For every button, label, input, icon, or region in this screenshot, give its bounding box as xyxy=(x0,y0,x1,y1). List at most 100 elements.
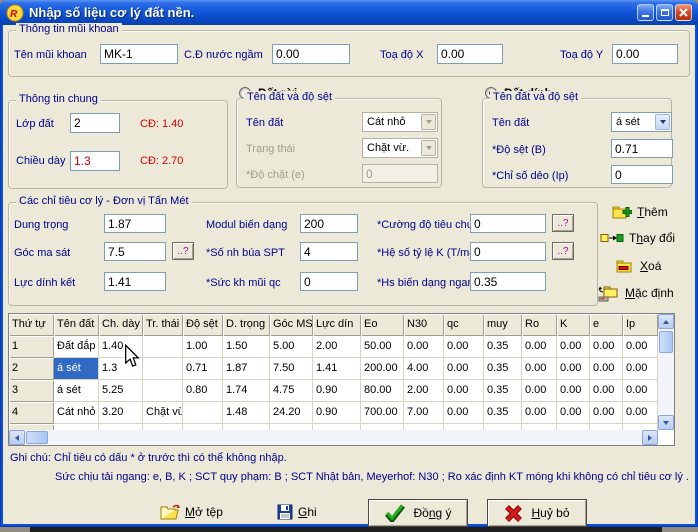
grid-cell[interactable]: 0.00 xyxy=(522,402,557,424)
grid-cell[interactable]: á sét xyxy=(54,358,99,380)
title-bar[interactable]: R Nhập số liệu cơ lý đất nền. xyxy=(0,0,698,25)
scroll-up-button[interactable] xyxy=(658,314,674,329)
grid-cell[interactable]: Đất đắp xyxy=(54,336,99,358)
grid-cell[interactable]: 5.25 xyxy=(99,380,143,402)
close-button[interactable] xyxy=(675,4,692,21)
add-button[interactable]: Thêm xyxy=(612,204,668,220)
grid-cell[interactable]: 0.00 xyxy=(623,336,658,358)
grid-cell[interactable]: 3.20 xyxy=(99,402,143,424)
grid-cell[interactable]: 0.00 xyxy=(404,336,444,358)
goc-ma-sat-help-button[interactable]: ..? xyxy=(172,242,194,260)
grid-cell[interactable]: á sét xyxy=(54,380,99,402)
grid-cell[interactable]: 50.00 xyxy=(361,336,404,358)
grid-cell[interactable]: 200.00 xyxy=(361,358,404,380)
minimize-button[interactable] xyxy=(637,4,654,21)
grid-cell[interactable]: 0.90 xyxy=(313,402,361,424)
grid-cell[interactable]: 0.35 xyxy=(484,380,522,402)
grid-cell[interactable]: 1.74 xyxy=(223,380,270,402)
cd-nuoc-ngam-input[interactable] xyxy=(272,44,350,64)
grid-cell[interactable]: 80.00 xyxy=(361,380,404,402)
vertical-scrollbar[interactable] xyxy=(658,314,674,430)
grid-cell[interactable]: 7.50 xyxy=(270,358,313,380)
grid-cell[interactable]: 0.90 xyxy=(313,380,361,402)
cuong-do-tieu-chuan-input[interactable] xyxy=(470,214,546,233)
grid-cell[interactable]: 0.00 xyxy=(623,380,658,402)
maximize-button[interactable] xyxy=(656,4,673,21)
grid-cell[interactable]: 0.35 xyxy=(484,358,522,380)
grid-cell[interactable]: 2.00 xyxy=(404,380,444,402)
grid-cell: 3 xyxy=(9,380,54,402)
do-set-input[interactable] xyxy=(611,139,673,158)
grid-cell[interactable]: 0.00 xyxy=(590,380,623,402)
grid-cell[interactable]: 1.50 xyxy=(223,336,270,358)
open-file-button[interactable]: Mở tệp xyxy=(160,500,223,524)
grid-cell[interactable]: 0.00 xyxy=(522,336,557,358)
grid-cell[interactable]: 4.75 xyxy=(270,380,313,402)
grid-cell[interactable]: Cát nhỏ xyxy=(54,402,99,424)
change-button[interactable]: Thay đổi xyxy=(600,231,675,245)
grid-cell[interactable]: 0.35 xyxy=(484,402,522,424)
toa-do-x-input[interactable] xyxy=(437,44,503,64)
scroll-right-button[interactable] xyxy=(642,430,658,445)
ok-button[interactable]: Đồng ý xyxy=(368,499,468,527)
vertical-scroll-thumb[interactable] xyxy=(659,331,673,353)
hs-bien-dang-ngang-input[interactable] xyxy=(470,272,546,291)
dung-trong-input[interactable] xyxy=(104,214,166,233)
he-so-ty-le-k-input[interactable] xyxy=(470,242,546,261)
ten-dat-cohesive-select[interactable]: á sét xyxy=(611,112,672,132)
grid-cell[interactable]: 0.00 xyxy=(557,358,590,380)
delete-button[interactable]: Xoá xyxy=(615,258,661,274)
grid-cell[interactable]: 0.00 xyxy=(444,402,484,424)
lop-dat-input[interactable] xyxy=(70,113,120,133)
cuong-do-help-button[interactable]: ..? xyxy=(552,214,574,232)
he-so-k-help-button[interactable]: ..? xyxy=(552,242,574,260)
grid-cell[interactable] xyxy=(143,336,183,358)
grid-cell[interactable] xyxy=(183,402,223,424)
so-nh-bua-spt-input[interactable] xyxy=(300,242,358,261)
luc-dinh-ket-input[interactable] xyxy=(104,272,166,291)
grid-cell[interactable]: 0.00 xyxy=(590,358,623,380)
grid-cell[interactable]: 0.00 xyxy=(444,336,484,358)
goc-ma-sat-input[interactable] xyxy=(104,242,166,261)
grid-cell[interactable]: 0.00 xyxy=(590,402,623,424)
cancel-button[interactable]: Huỷ bỏ xyxy=(487,499,587,527)
grid-cell[interactable]: 24.20 xyxy=(270,402,313,424)
suc-kh-mui-qc-input[interactable] xyxy=(300,272,358,291)
scroll-left-button[interactable] xyxy=(9,430,25,445)
grid-cell[interactable]: 0.00 xyxy=(444,358,484,380)
grid-cell[interactable]: 5.00 xyxy=(270,336,313,358)
grid-cell[interactable] xyxy=(143,358,183,380)
default-button[interactable]: Mặc định xyxy=(598,284,674,302)
grid-cell[interactable]: 0.80 xyxy=(183,380,223,402)
grid-cell[interactable]: 0.00 xyxy=(557,336,590,358)
grid-cell[interactable]: 0.00 xyxy=(522,358,557,380)
grid-cell[interactable]: 0.00 xyxy=(444,380,484,402)
grid-cell[interactable]: 1.41 xyxy=(313,358,361,380)
grid-cell[interactable]: 700.00 xyxy=(361,402,404,424)
chi-so-deo-input[interactable] xyxy=(611,165,673,184)
scroll-down-button[interactable] xyxy=(658,415,674,430)
toa-do-y-input[interactable] xyxy=(612,44,678,64)
chieu-day-input[interactable] xyxy=(70,151,120,171)
horizontal-scroll-thumb[interactable] xyxy=(26,431,48,444)
grid-cell[interactable]: 0.00 xyxy=(557,380,590,402)
grid-cell[interactable]: 0.00 xyxy=(623,358,658,380)
grid-cell[interactable]: 0.00 xyxy=(623,402,658,424)
grid-cell[interactable] xyxy=(143,380,183,402)
grid-cell[interactable]: 1.48 xyxy=(223,402,270,424)
grid-cell[interactable]: 2.00 xyxy=(313,336,361,358)
save-button[interactable]: Ghi xyxy=(277,500,317,524)
grid-cell[interactable]: 4.00 xyxy=(404,358,444,380)
grid-cell[interactable]: 7.00 xyxy=(404,402,444,424)
grid-cell[interactable]: 0.00 xyxy=(557,402,590,424)
ten-mui-khoan-input[interactable] xyxy=(100,44,178,64)
grid-cell[interactable]: 0.71 xyxy=(183,358,223,380)
grid-cell[interactable]: 1.87 xyxy=(223,358,270,380)
grid-cell[interactable]: 0.00 xyxy=(522,380,557,402)
grid-cell[interactable]: Chặt vừ xyxy=(143,402,183,424)
grid-cell[interactable]: 1.00 xyxy=(183,336,223,358)
modul-bien-dang-input[interactable] xyxy=(300,214,358,233)
grid-cell[interactable]: 0.00 xyxy=(590,336,623,358)
grid-cell[interactable]: 0.35 xyxy=(484,336,522,358)
horizontal-scrollbar[interactable] xyxy=(9,430,658,445)
